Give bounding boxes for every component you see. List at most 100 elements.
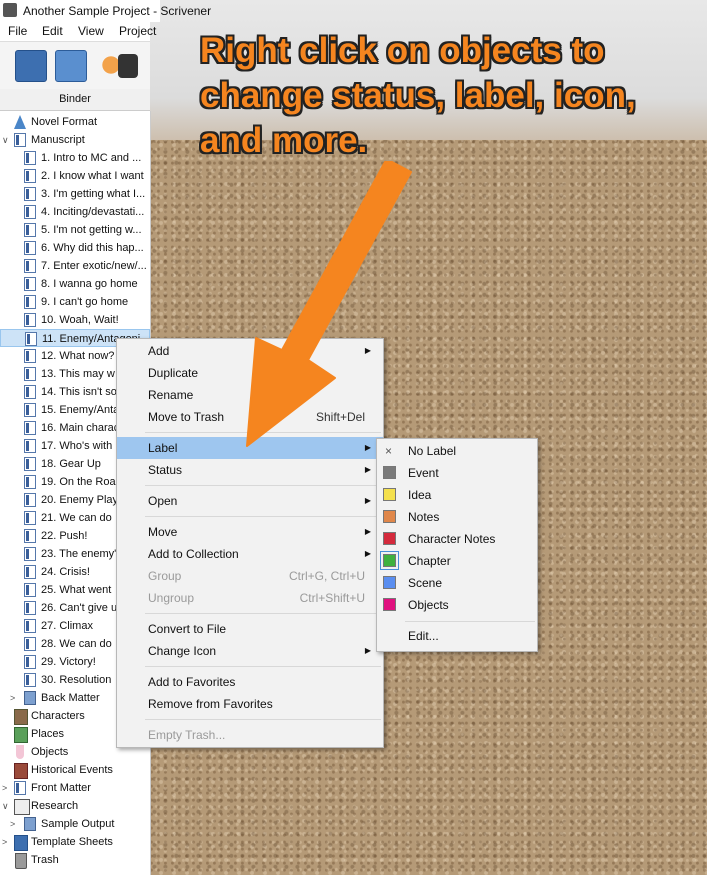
- document-icon: [24, 223, 36, 237]
- chevron-right-icon[interactable]: >: [2, 779, 12, 797]
- chevron-down-icon[interactable]: ∨: [2, 131, 12, 149]
- binder-item-chapter[interactable]: 5. I'm not getting w...: [0, 221, 150, 239]
- binder-item-chapter[interactable]: 9. I can't go home: [0, 293, 150, 311]
- binder-item-chapter[interactable]: 1. Intro to MC and ...: [0, 149, 150, 167]
- menu-item-add-to-collection[interactable]: Add to Collection ▶: [117, 543, 383, 565]
- window-title: Another Sample Project - Scrivener: [23, 4, 212, 18]
- menu-item-change-icon[interactable]: Change Icon ▶: [117, 640, 383, 662]
- document-icon: [24, 187, 36, 201]
- toolbar: [0, 41, 150, 91]
- color-swatch: [383, 576, 396, 589]
- binder-item-template-sheets[interactable]: > Template Sheets: [0, 833, 150, 851]
- menu-item-duplicate[interactable]: Duplicate: [117, 362, 383, 384]
- menu-edit[interactable]: Edit: [42, 24, 63, 38]
- research-icon: [14, 799, 30, 815]
- menu-bar: File Edit View Project: [0, 22, 160, 40]
- chevron-right-icon: ▶: [364, 527, 371, 536]
- separator: [145, 432, 381, 433]
- warning-icon: [14, 115, 26, 129]
- menu-item-status[interactable]: Status ▶: [117, 459, 383, 481]
- document-icon: [24, 295, 36, 309]
- device-icon[interactable]: [118, 54, 138, 78]
- color-swatch: [383, 510, 396, 523]
- document-icon: [24, 511, 36, 525]
- menu-item-empty-trash: Empty Trash...: [148, 728, 226, 742]
- document-icon: [24, 475, 36, 489]
- label-option[interactable]: Chapter: [377, 550, 537, 572]
- binder-item-sample-output[interactable]: > Sample Output: [0, 815, 150, 833]
- binder-item-research[interactable]: ∨ Research: [0, 797, 150, 815]
- label-option[interactable]: Scene: [377, 572, 537, 594]
- objects-icon: [16, 745, 24, 759]
- document-icon: [25, 332, 37, 346]
- binder-item-trash[interactable]: Trash: [0, 851, 150, 869]
- document-icon: [24, 493, 36, 507]
- context-menu: Add ▶ Duplicate Rename Move to Trash Shift…: [116, 338, 384, 748]
- menu-item-edit-labels[interactable]: Edit...: [377, 625, 537, 647]
- binder-item-chapter[interactable]: 8. I wanna go home: [0, 275, 150, 293]
- chevron-right-icon[interactable]: >: [10, 689, 20, 707]
- binder-item-chapter[interactable]: 10. Woah, Wait!: [0, 311, 150, 329]
- label-option[interactable]: Idea: [377, 484, 537, 506]
- separator: [145, 613, 381, 614]
- menu-item-remove-from-favorites[interactable]: Remove from Favorites: [117, 693, 383, 715]
- menu-item-add[interactable]: Add ▶: [117, 340, 383, 362]
- label-option[interactable]: Event: [377, 462, 537, 484]
- color-swatch: [380, 551, 399, 570]
- binder-item-chapter[interactable]: 4. Inciting/devastati...: [0, 203, 150, 221]
- label-option[interactable]: Character Notes: [377, 528, 537, 550]
- label-option[interactable]: Notes: [377, 506, 537, 528]
- chevron-right-icon[interactable]: >: [10, 815, 20, 833]
- chevron-right-icon: ▶: [364, 443, 371, 452]
- trash-icon: [15, 853, 27, 869]
- document-icon: [24, 583, 36, 597]
- menu-item-convert-to-file[interactable]: Convert to File: [117, 618, 383, 640]
- document-icon: [24, 349, 36, 363]
- binder-item-chapter[interactable]: 3. I'm getting what I...: [0, 185, 150, 203]
- label-option[interactable]: × No Label: [377, 440, 537, 462]
- document-icon: [24, 151, 36, 165]
- chevron-down-icon[interactable]: ∨: [2, 797, 12, 815]
- document-icon: [24, 403, 36, 417]
- menu-item-rename[interactable]: Rename: [117, 384, 383, 406]
- binder-item-chapter[interactable]: 2. I know what I want: [0, 167, 150, 185]
- separator: [405, 621, 535, 622]
- chevron-right-icon[interactable]: >: [2, 833, 12, 851]
- binder-header: Binder: [0, 89, 150, 111]
- separator: [145, 516, 381, 517]
- separator: [145, 485, 381, 486]
- menu-item-open[interactable]: Open ▶: [117, 490, 383, 512]
- binder-item-chapter[interactable]: 6. Why did this hap...: [0, 239, 150, 257]
- inspector-icon[interactable]: [55, 50, 87, 82]
- folder-icon: [24, 691, 36, 705]
- document-icon: [24, 367, 36, 381]
- document-icon: [24, 205, 36, 219]
- menu-item-move-to-trash[interactable]: Move to Trash Shift+Del: [117, 406, 383, 428]
- chevron-right-icon: ▶: [364, 346, 371, 355]
- document-icon: [24, 529, 36, 543]
- menu-view[interactable]: View: [78, 24, 104, 38]
- binder-item-chapter[interactable]: 7. Enter exotic/new/...: [0, 257, 150, 275]
- chevron-right-icon: ▶: [364, 646, 371, 655]
- binder-item-historical-events[interactable]: Historical Events: [0, 761, 150, 779]
- template-icon: [14, 835, 28, 851]
- menu-file[interactable]: File: [8, 24, 27, 38]
- places-icon: [14, 727, 28, 743]
- label-option[interactable]: Objects: [377, 594, 537, 616]
- color-swatch: [383, 466, 396, 479]
- menu-item-move[interactable]: Move ▶: [117, 521, 383, 543]
- menu-item-add-to-favorites[interactable]: Add to Favorites: [117, 671, 383, 693]
- document-icon: [24, 313, 36, 327]
- chevron-right-icon: ▶: [364, 465, 371, 474]
- binder-item-front-matter[interactable]: > Front Matter: [0, 779, 150, 797]
- menu-item-label[interactable]: Label ▶: [117, 437, 383, 459]
- binder-item-novel-format[interactable]: Novel Format: [0, 113, 150, 131]
- document-icon: [24, 547, 36, 561]
- document-icon: [24, 169, 36, 183]
- menu-project[interactable]: Project: [119, 24, 156, 38]
- document-icon: [24, 457, 36, 471]
- binder-item-manuscript[interactable]: ∨ Manuscript: [0, 131, 150, 149]
- binder-toggle-icon[interactable]: [15, 50, 47, 82]
- close-icon: ×: [385, 444, 393, 458]
- chevron-right-icon: ▶: [364, 496, 371, 505]
